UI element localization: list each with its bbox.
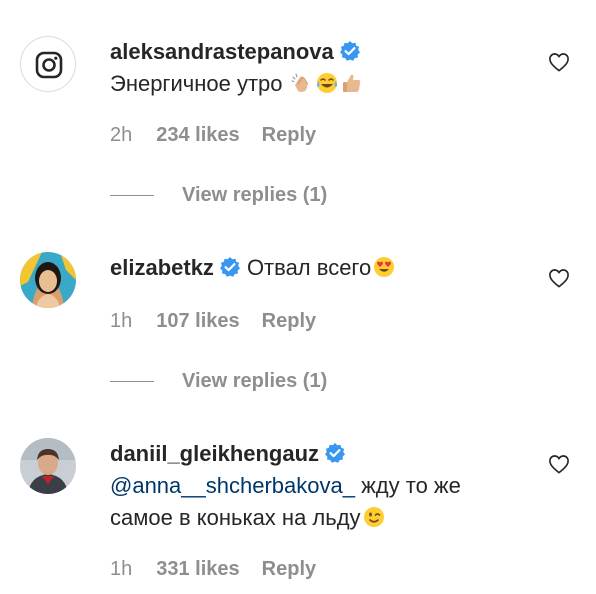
comment-meta: 1h 331 likes Reply bbox=[110, 558, 316, 581]
likes-count[interactable]: 234 likes bbox=[156, 124, 239, 147]
like-heart-icon[interactable] bbox=[548, 52, 570, 72]
tears-of-joy-icon bbox=[316, 73, 337, 93]
reply-button[interactable]: Reply bbox=[262, 124, 316, 147]
clapping-hands-icon bbox=[291, 73, 309, 92]
username-link[interactable]: elizabetkz bbox=[110, 255, 214, 280]
comment-text-continued: самое в коньках на льду bbox=[110, 502, 536, 534]
mention-link[interactable]: @anna__shcherbakova_ bbox=[110, 473, 355, 498]
username-link[interactable]: aleksandrastepanova bbox=[110, 39, 334, 64]
winking-face-icon bbox=[363, 507, 384, 527]
comment-text: Отвал всего bbox=[246, 255, 372, 280]
verified-badge-icon bbox=[219, 257, 240, 277]
thumbs-up-icon bbox=[342, 74, 360, 92]
profile-photo-man bbox=[20, 438, 76, 494]
comment-header: daniil_gleikhengauz bbox=[110, 438, 536, 470]
likes-count[interactable]: 107 likes bbox=[156, 310, 239, 333]
comment-text: Энергичное утро bbox=[110, 68, 536, 100]
comment-meta: 2h 234 likes Reply bbox=[110, 124, 316, 147]
comment-header: elizabetkz Отвал всего bbox=[110, 252, 536, 284]
instagram-logo-icon bbox=[35, 51, 63, 79]
profile-photo-woman bbox=[20, 252, 76, 308]
likes-count[interactable]: 331 likes bbox=[156, 558, 239, 581]
view-replies-button[interactable]: View replies (1) bbox=[110, 366, 410, 396]
timestamp: 1h bbox=[110, 558, 133, 580]
like-heart-icon[interactable] bbox=[548, 454, 570, 474]
heart-eyes-icon bbox=[374, 257, 395, 277]
divider bbox=[110, 195, 154, 196]
reply-button[interactable]: Reply bbox=[262, 310, 316, 333]
divider bbox=[110, 381, 154, 382]
reply-button[interactable]: Reply bbox=[262, 558, 316, 581]
view-replies-label: View replies (1) bbox=[182, 370, 328, 392]
username-link[interactable]: daniil_gleikhengauz bbox=[110, 441, 319, 466]
avatar[interactable] bbox=[20, 252, 76, 308]
view-replies-label: View replies (1) bbox=[182, 184, 328, 206]
verified-badge-icon bbox=[339, 41, 360, 61]
timestamp: 2h bbox=[110, 124, 133, 146]
comment-meta: 1h 107 likes Reply bbox=[110, 310, 316, 333]
comment-header: aleksandrastepanova bbox=[110, 36, 536, 68]
avatar[interactable] bbox=[20, 438, 76, 494]
timestamp: 1h bbox=[110, 310, 133, 332]
comment-text: @anna__shcherbakova_ жду то же bbox=[110, 473, 461, 498]
avatar[interactable] bbox=[20, 36, 76, 92]
verified-badge-icon bbox=[325, 443, 346, 463]
view-replies-button[interactable]: View replies (1) bbox=[110, 180, 410, 210]
like-heart-icon[interactable] bbox=[548, 268, 570, 288]
